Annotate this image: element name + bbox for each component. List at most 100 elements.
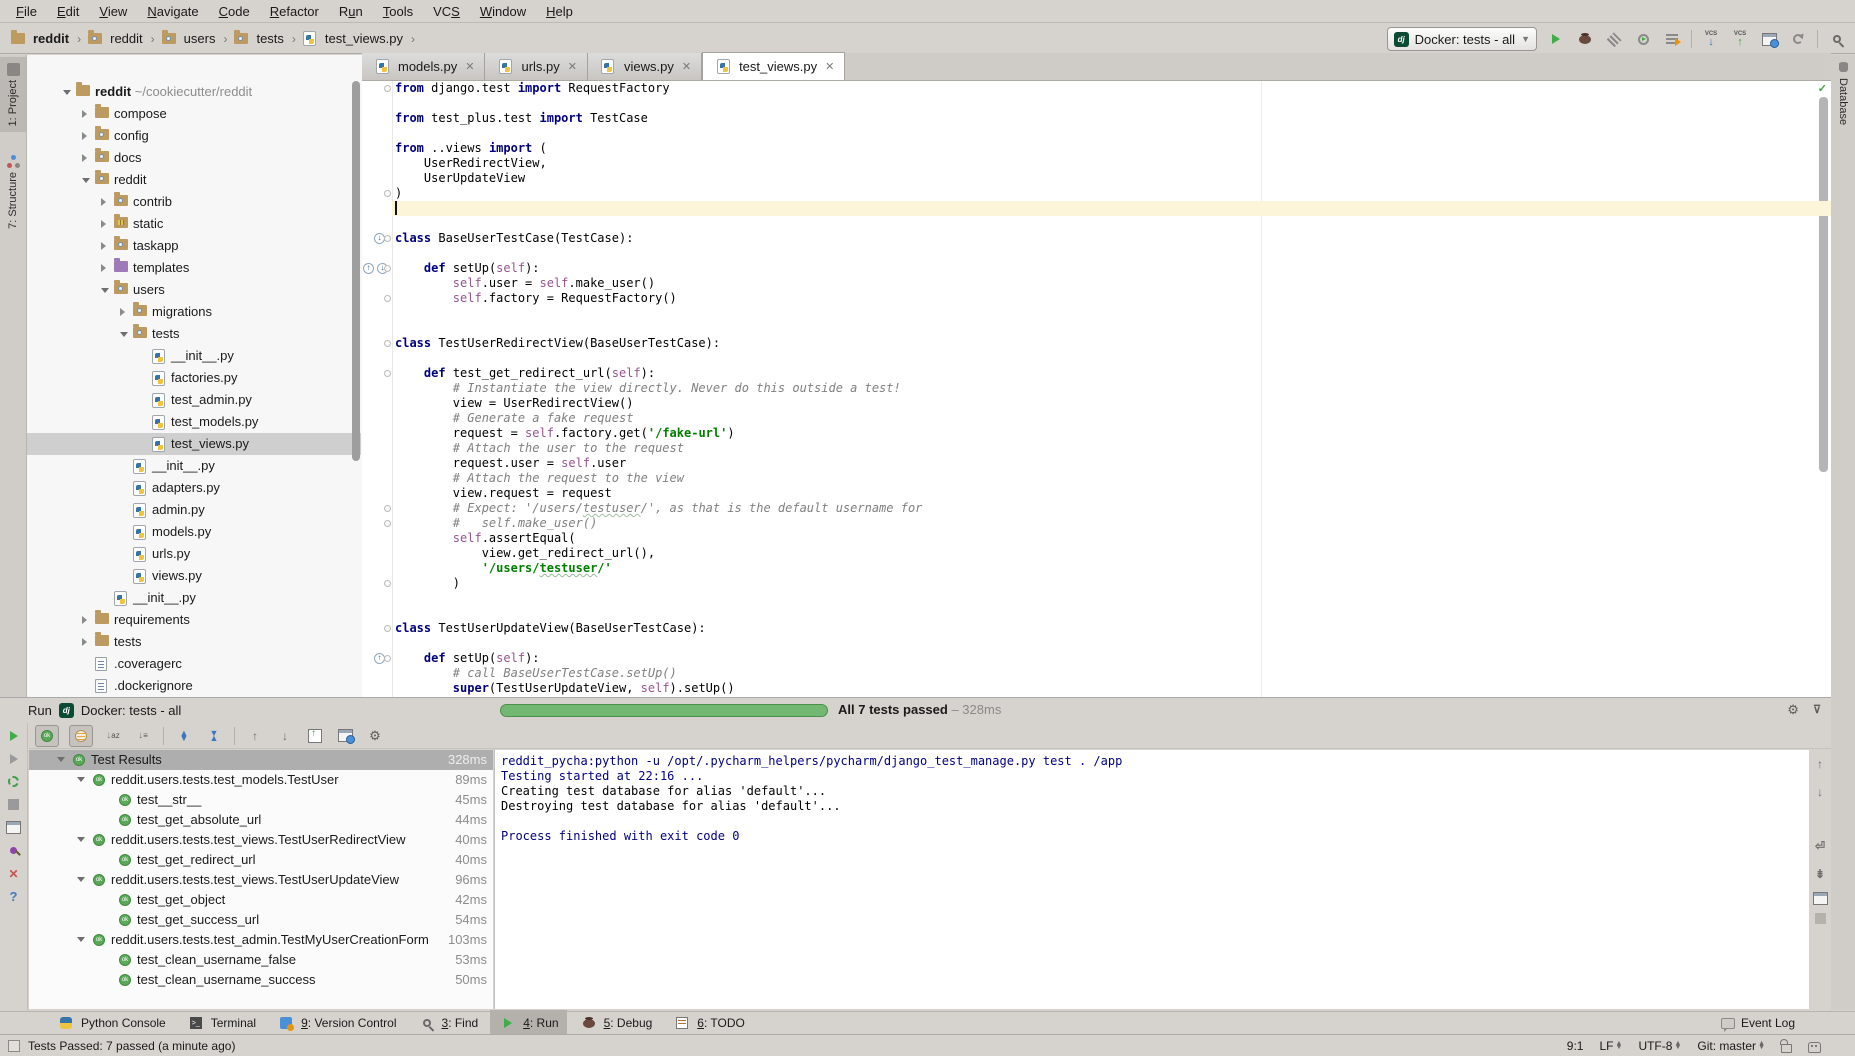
toolwindow-button-9--version-control[interactable]: 9: Version Control xyxy=(268,1010,404,1036)
export-test-results-icon[interactable] xyxy=(305,726,325,746)
collapse-all-icon[interactable]: ▼▲ xyxy=(204,726,224,746)
breadcrumb-item-tests[interactable]: tests xyxy=(231,29,283,49)
test-row-redditusersteststest_modelsTestUser[interactable]: okreddit.users.tests.test_models.TestUse… xyxy=(29,770,493,790)
folder-static-icon[interactable] xyxy=(114,217,128,228)
expand-arrow-icon[interactable] xyxy=(120,308,125,316)
test-row-test_clean_username_false[interactable]: oktest_clean_username_false53ms xyxy=(29,950,493,970)
folder-purple-icon[interactable] xyxy=(114,261,128,272)
up-stack-trace-icon[interactable]: ↑ xyxy=(1810,754,1830,774)
show-ignored-button[interactable] xyxy=(69,725,93,747)
tree-item-static[interactable]: static xyxy=(27,213,361,235)
fold-marker-icon[interactable] xyxy=(384,190,391,197)
tab-test_viewspy[interactable]: test_views.py✕ xyxy=(702,52,845,80)
test-row-redditusersteststest_viewsTestUserUpdate[interactable]: okreddit.users.tests.test_views.TestUser… xyxy=(29,870,493,890)
fold-marker-icon[interactable] xyxy=(384,580,391,587)
breadcrumb-item-reddit[interactable]: reddit xyxy=(85,29,143,49)
help-icon[interactable]: ? xyxy=(5,890,23,903)
settings-icon[interactable]: ⚙ xyxy=(365,726,385,746)
tree-item-migrations[interactable]: migrations xyxy=(27,301,361,323)
close-icon[interactable]: ✕ xyxy=(682,60,691,73)
folder-icon[interactable] xyxy=(95,613,109,624)
soft-wrap-icon[interactable]: ⏎ xyxy=(1810,836,1830,856)
tree-item-viewspy[interactable]: views.py xyxy=(27,565,361,587)
collapse-arrow-icon[interactable] xyxy=(82,178,90,183)
vcs-update-icon[interactable]: VCS↓ xyxy=(1701,29,1721,49)
hector-inspector-icon[interactable] xyxy=(1808,1042,1821,1053)
tab-viewspy[interactable]: views.py✕ xyxy=(588,53,702,80)
tree-item-compose[interactable]: compose xyxy=(27,103,361,125)
folder-icon[interactable] xyxy=(95,107,109,118)
tool-stripe-structure[interactable]: 7: Structure xyxy=(0,155,26,229)
line-ending-selector[interactable]: LF▲▼ xyxy=(1599,1039,1622,1053)
restore-layout-icon[interactable] xyxy=(5,821,23,834)
status-message[interactable]: Tests Passed: 7 passed (a minute ago) xyxy=(28,1039,235,1053)
tree-item-templates[interactable]: templates xyxy=(27,257,361,279)
py-icon[interactable] xyxy=(133,547,146,562)
tree-item-contrib[interactable]: contrib xyxy=(27,191,361,213)
fold-marker-icon[interactable] xyxy=(384,235,391,242)
menu-tools[interactable]: Tools xyxy=(373,2,423,21)
tree-item-factoriespy[interactable]: factories.py xyxy=(27,367,361,389)
coverage-icon[interactable] xyxy=(1604,29,1624,49)
vcs-branch-selector[interactable]: Git: master▲▼ xyxy=(1697,1039,1765,1053)
menu-window[interactable]: Window xyxy=(470,2,536,21)
text-icon[interactable] xyxy=(95,679,107,693)
tree-item-__init__py[interactable]: __init__.py xyxy=(27,587,361,609)
gear-icon[interactable]: ⚙ xyxy=(1787,703,1799,716)
test-history-icon[interactable] xyxy=(335,726,355,746)
test-row-test_get_redirect_url[interactable]: oktest_get_redirect_url40ms xyxy=(29,850,493,870)
folder-dot-icon[interactable] xyxy=(114,283,128,294)
collapse-arrow-icon[interactable] xyxy=(77,777,85,782)
folder-icon[interactable] xyxy=(76,85,90,96)
expand-arrow-icon[interactable] xyxy=(101,242,106,250)
close-icon[interactable]: ✕ xyxy=(465,60,474,73)
py-icon[interactable] xyxy=(152,349,165,364)
menu-run[interactable]: Run xyxy=(329,2,373,21)
search-everywhere-icon[interactable] xyxy=(1827,29,1847,49)
tree-item-dockerignore[interactable]: .dockerignore xyxy=(27,675,361,697)
toolwindow-button-4--run[interactable]: 4: Run xyxy=(490,1010,566,1036)
py-icon[interactable] xyxy=(133,481,146,496)
tree-item-taskapp[interactable]: taskapp xyxy=(27,235,361,257)
run-context-icon[interactable] xyxy=(1662,29,1682,49)
folder-dot-icon[interactable] xyxy=(95,151,109,162)
print-icon[interactable] xyxy=(1813,892,1828,905)
tree-item-adapterspy[interactable]: adapters.py xyxy=(27,477,361,499)
toolwindow-button-terminal[interactable]: >_Terminal xyxy=(178,1010,264,1036)
down-stack-trace-icon[interactable]: ↓ xyxy=(1810,782,1830,802)
run-test-gutter-icon[interactable] xyxy=(363,263,374,274)
close-icon[interactable]: ✕ xyxy=(5,867,23,880)
tab-modelspy[interactable]: models.py✕ xyxy=(362,53,485,80)
fold-marker-icon[interactable] xyxy=(384,295,391,302)
next-failed-icon[interactable]: ↓ xyxy=(275,726,295,746)
folder-dot-icon[interactable] xyxy=(114,195,128,206)
py-icon[interactable] xyxy=(133,503,146,518)
fold-marker-icon[interactable] xyxy=(384,655,391,662)
pin-icon[interactable] xyxy=(5,844,23,857)
test-row-redditusersteststest_adminTestMyUserCrea[interactable]: okreddit.users.tests.test_admin.TestMyUs… xyxy=(29,930,493,950)
collapse-arrow-icon[interactable] xyxy=(77,877,85,882)
tree-item-urlspy[interactable]: urls.py xyxy=(27,543,361,565)
tree-item-coveragerc[interactable]: .coveragerc xyxy=(27,653,361,675)
fold-marker-icon[interactable] xyxy=(384,85,391,92)
py-icon[interactable] xyxy=(152,415,165,430)
tool-stripe-project[interactable]: 1: Project xyxy=(0,57,26,132)
test-row-redditusersteststest_viewsTestUserRedire[interactable]: okreddit.users.tests.test_views.TestUser… xyxy=(29,830,493,850)
menu-vcs[interactable]: VCS xyxy=(423,2,470,21)
folder-icon[interactable] xyxy=(95,635,109,646)
expand-arrow-icon[interactable] xyxy=(101,198,106,206)
menu-edit[interactable]: Edit xyxy=(47,2,89,21)
rerun-failed-icon[interactable] xyxy=(5,752,23,765)
tree-item-docs[interactable]: docs xyxy=(27,147,361,169)
toolwindow-button-python-console[interactable]: Python Console xyxy=(48,1010,174,1036)
hide-panel-icon[interactable]: ⊽ xyxy=(1813,703,1821,716)
toggle-auto-test-icon[interactable] xyxy=(5,775,23,788)
readonly-lock-icon[interactable] xyxy=(1781,1044,1792,1053)
toolwindow-grip-icon[interactable] xyxy=(8,1040,20,1052)
tree-item-__init__py[interactable]: __init__.py xyxy=(27,345,361,367)
tree-item-__init__py[interactable]: __init__.py xyxy=(27,455,361,477)
menu-navigate[interactable]: Navigate xyxy=(137,2,208,21)
fold-marker-icon[interactable] xyxy=(384,340,391,347)
folder-dot-icon[interactable] xyxy=(114,239,128,250)
py-icon[interactable] xyxy=(133,459,146,474)
